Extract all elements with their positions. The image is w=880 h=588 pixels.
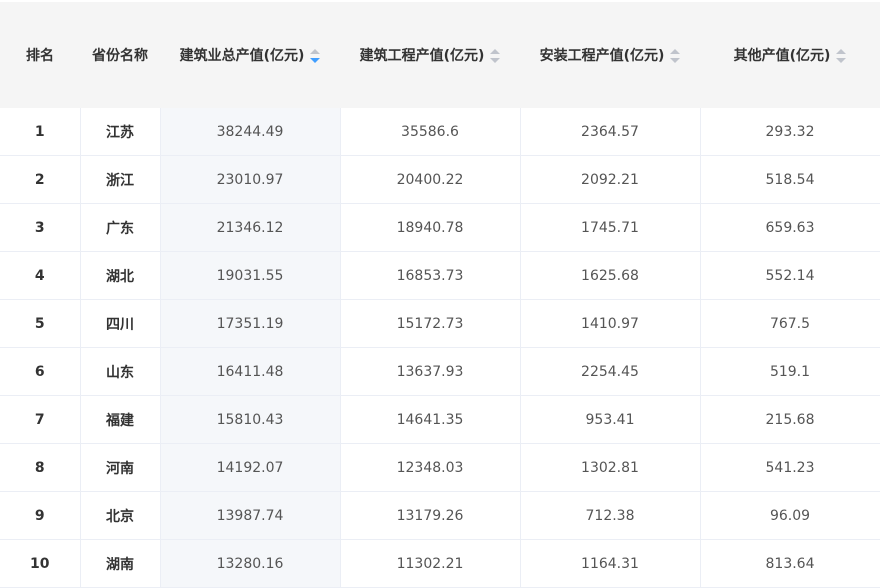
cell-province: 广东 [80,203,161,252]
table-row: 9 北京 13987.74 13179.26 712.38 96.09 [0,491,880,540]
cell-province: 山东 [80,347,161,396]
table-row: 10 湖南 13280.16 11302.21 1164.31 813.64 [0,539,880,588]
header-construction[interactable]: 建筑工程产值(亿元) [340,2,520,108]
cell-construction: 13179.26 [340,491,521,540]
cell-construction: 35586.6 [340,108,521,156]
cell-construction: 15172.73 [340,299,521,348]
table-row: 7 福建 15810.43 14641.35 953.41 215.68 [0,395,880,444]
cell-other: 552.14 [700,251,880,300]
table-row: 4 湖北 19031.55 16853.73 1625.68 552.14 [0,251,880,300]
cell-other: 96.09 [700,491,880,540]
cell-rank: 2 [0,155,81,204]
cell-rank: 5 [0,299,81,348]
cell-total: 17351.19 [160,299,341,348]
cell-installation: 712.38 [520,491,701,540]
cell-installation: 2364.57 [520,108,701,156]
cell-total: 16411.48 [160,347,341,396]
sort-icon[interactable] [490,49,501,63]
cell-total: 38244.49 [160,108,341,156]
cell-installation: 1625.68 [520,251,701,300]
header-total[interactable]: 建筑业总产值(亿元) [160,2,340,108]
cell-other: 215.68 [700,395,880,444]
cell-rank: 8 [0,443,81,492]
cell-total: 14192.07 [160,443,341,492]
table-header: 排名 省份名称 建筑业总产值(亿元) 建筑工程产值(亿元) 安装工程产值(亿元)… [0,2,880,108]
cell-other: 518.54 [700,155,880,204]
table-row: 2 浙江 23010.97 20400.22 2092.21 518.54 [0,155,880,204]
cell-rank: 4 [0,251,81,300]
header-installation[interactable]: 安装工程产值(亿元) [520,2,700,108]
cell-construction: 16853.73 [340,251,521,300]
cell-other: 813.64 [700,539,880,588]
cell-province: 湖南 [80,539,161,588]
header-rank: 排名 [0,2,80,108]
cell-installation: 1302.81 [520,443,701,492]
cell-rank: 9 [0,491,81,540]
cell-construction: 11302.21 [340,539,521,588]
cell-province: 四川 [80,299,161,348]
sort-icon[interactable] [836,49,847,63]
province-output-table: 排名 省份名称 建筑业总产值(亿元) 建筑工程产值(亿元) 安装工程产值(亿元)… [0,2,880,588]
cell-total: 23010.97 [160,155,341,204]
cell-construction: 13637.93 [340,347,521,396]
cell-province: 湖北 [80,251,161,300]
cell-other: 519.1 [700,347,880,396]
cell-rank: 6 [0,347,81,396]
cell-installation: 2254.45 [520,347,701,396]
cell-construction: 20400.22 [340,155,521,204]
table-row: 8 河南 14192.07 12348.03 1302.81 541.23 [0,443,880,492]
cell-total: 21346.12 [160,203,341,252]
cell-rank: 10 [0,539,81,588]
cell-total: 19031.55 [160,251,341,300]
cell-other: 541.23 [700,443,880,492]
cell-other: 767.5 [700,299,880,348]
table-row: 3 广东 21346.12 18940.78 1745.71 659.63 [0,203,880,252]
header-other[interactable]: 其他产值(亿元) [700,2,880,108]
header-province: 省份名称 [80,2,160,108]
cell-rank: 7 [0,395,81,444]
cell-construction: 12348.03 [340,443,521,492]
table-body: 1 江苏 38244.49 35586.6 2364.57 293.32 2 浙江 23010.… [0,108,880,588]
cell-province: 江苏 [80,108,161,156]
cell-installation: 953.41 [520,395,701,444]
sort-icon[interactable] [310,49,321,63]
table-row: 1 江苏 38244.49 35586.6 2364.57 293.32 [0,108,880,156]
cell-installation: 1745.71 [520,203,701,252]
cell-construction: 14641.35 [340,395,521,444]
cell-rank: 3 [0,203,81,252]
cell-province: 北京 [80,491,161,540]
cell-total: 15810.43 [160,395,341,444]
cell-rank: 1 [0,108,81,156]
cell-other: 293.32 [700,108,880,156]
cell-province: 河南 [80,443,161,492]
cell-province: 福建 [80,395,161,444]
table-row: 5 四川 17351.19 15172.73 1410.97 767.5 [0,299,880,348]
cell-installation: 1410.97 [520,299,701,348]
cell-total: 13987.74 [160,491,341,540]
cell-total: 13280.16 [160,539,341,588]
table-row: 6 山东 16411.48 13637.93 2254.45 519.1 [0,347,880,396]
cell-construction: 18940.78 [340,203,521,252]
sort-icon[interactable] [670,49,681,63]
cell-installation: 2092.21 [520,155,701,204]
cell-other: 659.63 [700,203,880,252]
cell-province: 浙江 [80,155,161,204]
cell-installation: 1164.31 [520,539,701,588]
